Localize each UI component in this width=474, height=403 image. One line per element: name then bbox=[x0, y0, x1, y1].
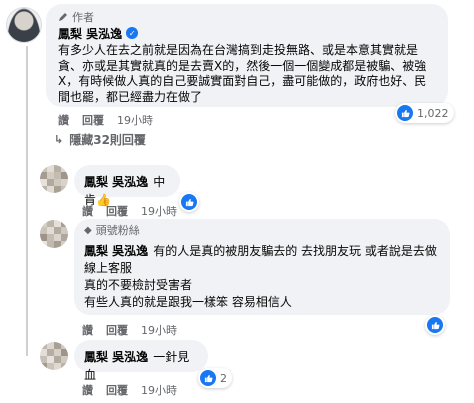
like-button[interactable]: 讚 bbox=[82, 203, 93, 219]
mention-link[interactable]: 鳳梨 吳泓逸 bbox=[84, 175, 148, 189]
verified-icon: ✓ bbox=[126, 27, 139, 39]
reply-actions: 讚 回覆 19小時 bbox=[82, 203, 177, 219]
mention-link[interactable]: 鳳梨 吳泓逸 bbox=[84, 244, 148, 258]
like-button[interactable]: 讚 bbox=[82, 322, 93, 338]
hidden-replies-toggle[interactable]: ↳ 隱藏32則回覆 bbox=[54, 131, 146, 148]
thread-line bbox=[26, 46, 28, 356]
reaction-summary[interactable] bbox=[425, 315, 445, 335]
reply-button[interactable]: 回覆 bbox=[106, 203, 128, 219]
reply-actions: 讚 回覆 19小時 bbox=[82, 322, 177, 338]
comment-actions: 讚 回覆 19小時 bbox=[58, 112, 153, 128]
top-fan-badge: ◆ 頭號粉絲 bbox=[84, 223, 440, 237]
comment-text: 有多少人在去之前就是因為在台灣搞到走投無路、或是本意其實就是貪、亦或是其實就真的… bbox=[58, 43, 427, 104]
timestamp[interactable]: 19小時 bbox=[117, 112, 153, 128]
reply-body-line3: 有些人真的就是跟我一樣笨 容易相信人 bbox=[84, 295, 292, 309]
reply-avatar[interactable] bbox=[40, 165, 68, 193]
reply-avatar[interactable] bbox=[40, 220, 68, 248]
main-comment-bubble: 作者 鳳梨 吳泓逸 ✓ 有多少人在去之前就是因為在台灣搞到走投無路、或是本意其實… bbox=[46, 4, 448, 107]
like-button[interactable]: 讚 bbox=[82, 382, 93, 398]
author-avatar[interactable] bbox=[6, 7, 42, 43]
hidden-replies-label: 隱藏32則回覆 bbox=[69, 133, 146, 147]
thumbs-up-icon bbox=[397, 105, 413, 121]
mention-link[interactable]: 鳳梨 吳泓逸 bbox=[84, 350, 148, 364]
diamond-icon: ◆ bbox=[84, 224, 92, 236]
author-badge-label: 作者 bbox=[72, 11, 94, 24]
reaction-summary[interactable]: 2 bbox=[198, 368, 232, 388]
top-fan-label: 頭號粉絲 bbox=[95, 224, 140, 237]
timestamp[interactable]: 19小時 bbox=[141, 382, 177, 398]
author-name[interactable]: 鳳梨 吳泓逸 ✓ bbox=[58, 25, 436, 41]
reply-actions: 讚 回覆 19小時 bbox=[82, 382, 177, 398]
reply-body-line2: 真的不要檢討受害者 bbox=[84, 278, 193, 292]
reaction-count: 2 bbox=[220, 371, 227, 385]
timestamp[interactable]: 19小時 bbox=[141, 322, 177, 338]
reaction-summary[interactable]: 1,022 bbox=[395, 103, 454, 123]
reply-text: 鳳梨 吳泓逸 一針見血 bbox=[84, 348, 198, 384]
reply-bubble: 鳳梨 吳泓逸 一針見血 bbox=[74, 340, 208, 382]
author-badge: 作者 bbox=[58, 10, 436, 24]
reply-button[interactable]: 回覆 bbox=[106, 322, 128, 338]
pen-icon bbox=[59, 13, 67, 21]
like-button[interactable]: 讚 bbox=[58, 112, 69, 128]
reaction-count: 1,022 bbox=[417, 106, 449, 120]
thumbs-up-icon bbox=[200, 370, 216, 386]
reaction-summary[interactable] bbox=[179, 192, 199, 212]
reply-text: 鳳梨 吳泓逸 有的人是真的被朋友騙去的 去找朋友玩 或者說是去做線上客服 真的不要… bbox=[84, 243, 440, 311]
reply-arrow-icon: ↳ bbox=[54, 133, 64, 146]
author-name-text: 鳳梨 吳泓逸 bbox=[58, 26, 123, 41]
reply-avatar[interactable] bbox=[40, 342, 68, 370]
reply-bubble: ◆ 頭號粉絲 鳳梨 吳泓逸 有的人是真的被朋友騙去的 去找朋友玩 或者說是去做線上… bbox=[74, 219, 450, 315]
timestamp[interactable]: 19小時 bbox=[141, 203, 177, 219]
reply-bubble: 鳳梨 吳泓逸 中肯👍 bbox=[74, 165, 180, 207]
thumbs-up-icon bbox=[427, 317, 443, 333]
reply-button[interactable]: 回覆 bbox=[82, 112, 104, 128]
thumbs-up-icon bbox=[181, 194, 197, 210]
reply-button[interactable]: 回覆 bbox=[106, 382, 128, 398]
